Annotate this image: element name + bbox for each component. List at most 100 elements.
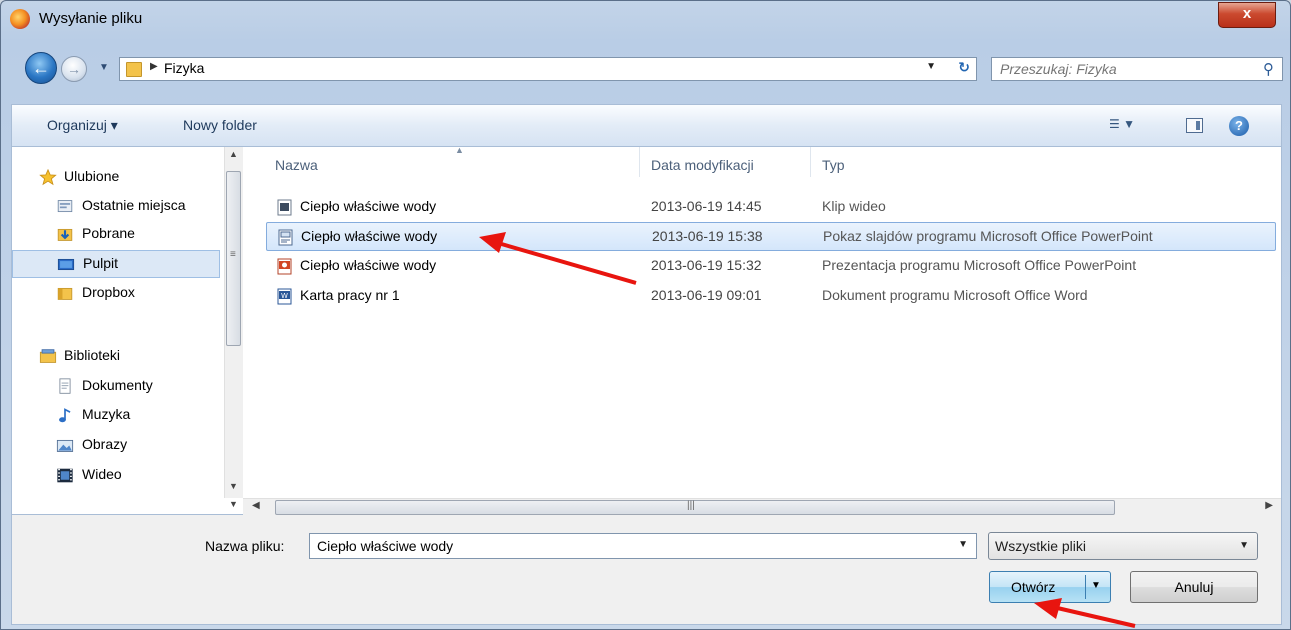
refresh-icon[interactable]: ↻ [958,59,970,76]
sidebar-item-documents[interactable]: Dokumenty [12,373,220,401]
sidebar-item-label: Ulubione [64,168,120,184]
file-type-filter[interactable]: Wszystkie pliki ▼ [988,532,1258,560]
sidebar-item-desktop[interactable]: Pulpit [12,250,220,278]
sidebar-item-music[interactable]: Muzyka [12,402,220,430]
column-separator[interactable] [639,147,640,177]
filename-input[interactable] [315,537,919,555]
slideshow-file-icon [278,229,293,246]
music-icon [59,408,71,423]
file-date: 2013-06-19 15:38 [652,228,763,244]
file-name: Ciepło właściwe wody [301,228,438,244]
scroll-grip-icon: ≡ [230,249,236,260]
preview-pane-icon[interactable] [1186,118,1203,133]
back-button[interactable]: ← [25,52,57,84]
change-view-icon[interactable]: ☰ ▼ [1109,117,1135,131]
close-button[interactable]: x [1218,2,1276,28]
recent-places-icon [57,200,73,213]
breadcrumb-chevron-icon[interactable]: ▶ [150,61,158,72]
folder-icon [126,62,142,77]
filename-combobox[interactable]: ▼ [309,533,977,559]
file-upload-dialog: Wysyłanie pliku x ← → ▼ ▶ Fizyka ▼ ↻ ⚲ O… [0,0,1291,630]
browser-area: Ulubione Ostatnie miejsca Pobrane Pulpit… [11,145,1282,516]
file-row[interactable]: W Karta pracy nr 1 2013-06-19 09:01 Doku… [266,282,1276,311]
column-header-name[interactable]: Nazwa [275,157,318,173]
file-date: 2013-06-19 15:32 [651,257,762,273]
file-type: Klip wideo [822,198,886,214]
sidebar-item-dropbox[interactable]: Dropbox [12,280,220,308]
history-dropdown-icon[interactable]: ▼ [99,62,109,73]
scroll-right-arrow-icon[interactable]: ▶ [1265,500,1273,511]
filename-label: Nazwa pliku: [205,538,285,554]
column-header-type[interactable]: Typ [822,157,845,173]
search-input[interactable] [998,60,1252,78]
organize-menu[interactable]: Organizuj ▾ [47,117,118,134]
scroll-thumb[interactable] [275,500,1115,515]
column-header-date[interactable]: Data modyfikacji [651,157,754,173]
forward-button[interactable]: → [61,56,87,82]
file-list-scrollbar[interactable]: ◀ ||| ▶ [243,498,1281,516]
pictures-icon [56,439,74,452]
breadcrumb-current[interactable]: Fizyka [164,60,204,76]
search-box[interactable]: ⚲ [991,57,1283,81]
firefox-logo-icon [10,9,30,29]
sidebar-item-label: Ostatnie miejsca [82,197,186,213]
scroll-grip-icon: ||| [687,500,695,511]
file-list: Nazwa ▲ Data modyfikacji Typ Ciepło właś… [243,145,1281,498]
sidebar-item-libraries[interactable]: Biblioteki [12,343,220,371]
sidebar-item-video[interactable]: Wideo [12,462,220,490]
file-type: Pokaz slajdów programu Microsoft Office … [823,228,1153,244]
word-file-icon: W [277,288,292,305]
navigation-pane: Ulubione Ostatnie miejsca Pobrane Pulpit… [12,147,221,498]
file-type-filter-value: Wszystkie pliki [995,538,1087,554]
desktop-icon [57,258,75,271]
sidebar-item-label: Obrazy [82,436,128,452]
video-icon [57,468,73,483]
file-row-selected[interactable]: Ciepło właściwe wody 2013-06-19 15:38 Po… [266,222,1276,251]
sidebar-item-label: Muzyka [82,406,131,422]
sidebar-item-recent-places[interactable]: Ostatnie miejsca [12,193,220,221]
scroll-down-arrow-icon[interactable]: ▼ [229,481,238,491]
cancel-button[interactable]: Anuluj [1130,571,1258,603]
title-bar: Wysyłanie pliku x [1,1,1290,37]
open-button[interactable]: Otwórz ▼ [989,571,1111,603]
filename-dropdown-icon[interactable]: ▼ [958,539,968,550]
command-toolbar: Organizuj ▾ Nowy folder ☰ ▼ ? [11,104,1282,146]
address-row: ← → ▼ ▶ Fizyka ▼ ↻ ⚲ [1,49,1290,89]
file-row[interactable]: Ciepło właściwe wody 2013-06-19 15:32 Pr… [266,252,1276,281]
file-name: Ciepło właściwe wody [300,257,437,273]
sidebar-item-pictures[interactable]: Obrazy [12,432,220,460]
column-separator[interactable] [810,147,811,177]
split-divider [1085,575,1086,599]
help-icon[interactable]: ? [1229,116,1249,136]
file-date: 2013-06-19 09:01 [651,287,762,303]
file-type: Prezentacja programu Microsoft Office Po… [822,257,1137,273]
file-type: Dokument programu Microsoft Office Word [822,287,1088,303]
folder-icon [57,287,73,300]
scroll-left-arrow-icon[interactable]: ◀ [252,500,260,511]
sidebar-item-label: Pobrane [82,225,135,241]
search-icon[interactable]: ⚲ [1263,60,1274,78]
sort-ascending-icon: ▲ [455,145,464,155]
new-folder-button[interactable]: Nowy folder [183,117,257,133]
sidebar-item-downloads[interactable]: Pobrane [12,221,220,249]
file-name: Ciepło właściwe wody [300,198,437,214]
file-date: 2013-06-19 14:45 [651,198,762,214]
downloads-icon [57,228,73,241]
documents-icon [59,378,71,394]
star-icon [39,169,57,186]
scroll-up-arrow-icon[interactable]: ▲ [229,149,238,159]
open-options-dropdown-icon[interactable]: ▼ [1091,580,1101,591]
svg-text:W: W [281,292,288,300]
address-dropdown-icon[interactable]: ▼ [926,61,936,72]
file-name: Karta pracy nr 1 [300,287,400,303]
sidebar-item-favorites[interactable]: Ulubione [12,164,220,192]
navigation-scrollbar[interactable]: ▲ ≡ ▼ [224,147,243,498]
dialog-footer: Nazwa pliku: ▼ Wszystkie pliki ▼ Otwórz … [11,515,1282,625]
window-title: Wysyłanie pliku [39,10,143,27]
address-bar[interactable]: ▶ Fizyka ▼ ↻ [119,57,977,81]
file-row[interactable]: Ciepło właściwe wody 2013-06-19 14:45 Kl… [266,193,1276,222]
scroll-down-arrow-icon[interactable]: ▼ [229,499,238,509]
open-button-label: Otwórz [1011,579,1056,595]
sidebar-item-label: Biblioteki [64,347,121,363]
filter-dropdown-icon[interactable]: ▼ [1239,540,1249,551]
